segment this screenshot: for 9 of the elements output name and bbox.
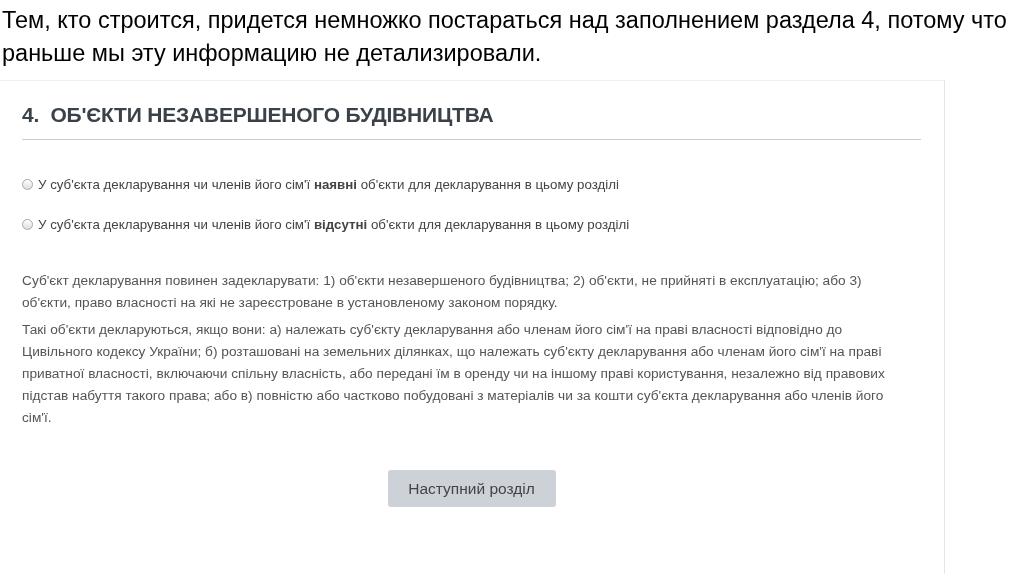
info-paragraph: Суб'єкт декларування повинен задекларувати: 1) об'єкти незавершеного будівництва; 2) об'єкти, не прийняті в експлуатацію; або 3) об'єкти, право власності на які не зареєстроване в установленому законом порядку. xyxy=(22,272,863,312)
info-paragraph: Такі об'єкти декларуються, якщо вони: а) належать суб'єкту декларування або членам його сім'ї на праві власності відповідно до Цивільного кодексу України; б) розташовані на земельних ділянках, що належать суб'єкту декларування або членам його сім'ї на праві приватної власності, включаючи спільну власність, або передані їм в оренду чи на іншому праві користування, незалежно від правових підстав набуття такого права; або в) повністю або частково побудовані з матеріалів чи за кошти суб'єкта декларування або членів його сім'ї. xyxy=(22,321,886,427)
radio-button[interactable] xyxy=(22,178,33,190)
next-section-button[interactable]: Наступний розділ xyxy=(387,470,556,507)
radio-label[interactable]: У суб'єкта декларування чи членів його сім'ї відсутні об'єкти для декларування в цьому розділі xyxy=(38,216,630,232)
radio-button[interactable] xyxy=(22,218,33,230)
slide-caption: Тем, кто строится, придется немножко постараться над заполнением раздела 4, потому что раньше мы эту информацию не детализировали. xyxy=(2,6,1008,68)
radio-label[interactable]: У суб'єкта декларування чи членів його сім'ї наявні об'єкти для декларування в цьому розділі xyxy=(38,176,619,192)
section-title: 4. ОБ'ЄКТИ НЕЗАВЕРШЕНОГО БУДІВНИЦТВА xyxy=(22,81,921,140)
